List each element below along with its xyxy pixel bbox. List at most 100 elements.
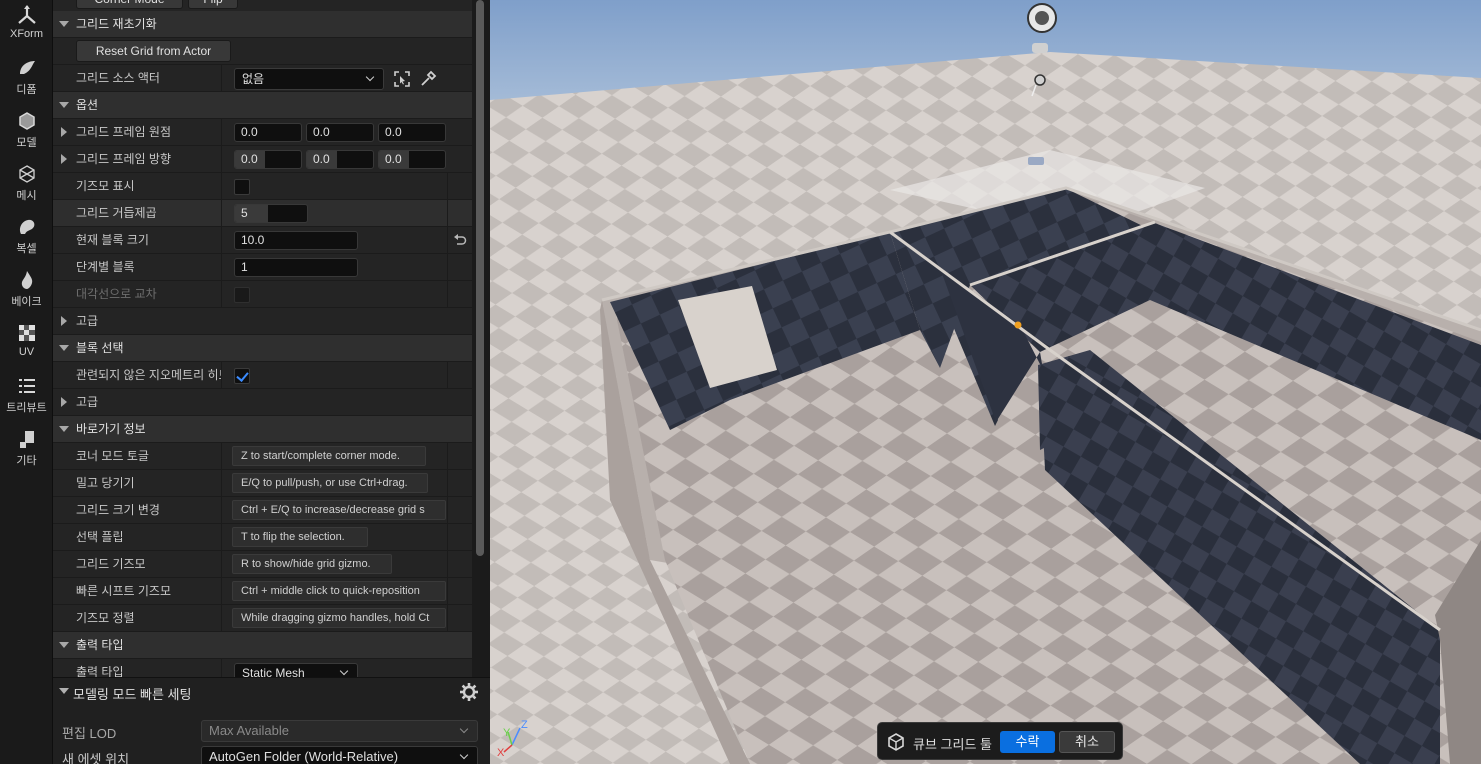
value-cell: 0.0 0.0 0.0	[221, 119, 472, 145]
row-tail	[447, 227, 472, 253]
value-cell: 0.0 0.0 0.0	[221, 146, 472, 172]
dropdown-value: Static Mesh	[242, 666, 305, 677]
frame-origin-x-input[interactable]: 0.0	[234, 123, 302, 142]
reset-to-default-icon[interactable]	[453, 234, 467, 247]
tool-bake[interactable]: 베이크	[0, 265, 53, 315]
reset-grid-button[interactable]: Reset Grid from Actor	[76, 40, 231, 62]
value-cell: 없음	[221, 65, 472, 91]
section-output-type[interactable]: 출력 타입	[53, 632, 472, 659]
value-cell: 5	[221, 200, 447, 226]
quick-settings-header[interactable]: 모델링 모드 빠른 세팅	[53, 680, 490, 704]
frame-origin-z-input[interactable]: 0.0	[378, 123, 446, 142]
row-tail	[447, 443, 472, 469]
shortcut-hint: Ctrl + E/Q to increase/decrease grid s	[232, 500, 446, 520]
collapse-arrow-icon	[59, 642, 69, 648]
tool-deform[interactable]: 디폼	[0, 53, 53, 103]
hit-unrelated-checkbox[interactable]	[234, 368, 250, 384]
accept-button[interactable]: 수락	[1000, 731, 1055, 753]
level-viewport[interactable]: Z Y X	[490, 0, 1481, 764]
slider-value: 0.0	[313, 152, 330, 166]
frame-orientation-label: 그리드 프레임 방향	[76, 152, 171, 166]
row-output-type: 출력 타입 Static Mesh	[53, 659, 472, 677]
advanced-label: 고급	[76, 314, 99, 328]
details-panel: Corner Mode Flip 그리드 재초기화 Reset Grid fro…	[53, 0, 472, 677]
section-shortcuts[interactable]: 바로가기 정보	[53, 416, 472, 443]
tool-label: XForm	[10, 28, 43, 40]
row-shortcut: 밀고 당기기 E/Q to pull/push, or use Ctrl+dra…	[53, 470, 472, 497]
grid-source-actor-dropdown[interactable]: 없음	[234, 68, 384, 90]
misc-icon	[19, 431, 34, 448]
shortcut-hint: While dragging gizmo handles, hold Ct	[232, 608, 446, 628]
chevron-down-icon	[459, 724, 469, 734]
corner-mode-button[interactable]: Corner Mode	[76, 0, 183, 9]
row-shortcut: 그리드 기즈모 R to show/hide grid gizmo.	[53, 551, 472, 578]
edit-lod-label: 편집 LOD	[62, 726, 117, 741]
row-frame-origin: 그리드 프레임 원점 0.0 0.0 0.0	[53, 119, 472, 146]
tool-voxel[interactable]: 복셀	[0, 212, 53, 262]
row-blocks-per-step: 단계별 블록 1	[53, 254, 472, 281]
frame-orientation-y-slider[interactable]: 0.0	[306, 150, 374, 169]
section-grid-reset[interactable]: 그리드 재초기화	[53, 11, 472, 38]
row-current-block-size: 현재 블록 크기 10.0	[53, 227, 472, 254]
mode-toolbar: XForm 디폼 모델 메시 복셀 베이크 UV 트리뷰트 기타	[0, 0, 53, 764]
grid-power-slider[interactable]: 5	[234, 204, 308, 223]
section-title: 그리드 재초기화	[76, 17, 157, 31]
tool-xform[interactable]: XForm	[0, 0, 53, 50]
edit-lod-dropdown[interactable]: Max Available	[201, 720, 478, 742]
gear-icon[interactable]	[459, 682, 479, 702]
output-type-label: 출력 타입	[76, 665, 124, 677]
shortcut-label: 그리드 기즈모	[76, 557, 146, 571]
value-cell: While dragging gizmo handles, hold Ct	[221, 605, 447, 631]
value-cell: Ctrl + middle click to quick-reposition	[221, 578, 447, 604]
tool-label: 메시	[16, 190, 37, 202]
cube-grid-icon	[888, 733, 904, 751]
shortcut-label: 코너 모드 토글	[76, 449, 149, 463]
dropdown-value: 없음	[242, 72, 265, 86]
select-actor-icon[interactable]	[393, 70, 411, 88]
frame-orientation-x-slider[interactable]: 0.0	[234, 150, 302, 169]
advanced-label: 고급	[76, 395, 99, 409]
row-advanced-2[interactable]: 고급	[53, 389, 472, 416]
row-frame-orientation: 그리드 프레임 방향 0.0 0.0 0.0	[53, 146, 472, 173]
tool-accept-bar: 큐브 그리드 툴 수락 취소	[877, 722, 1123, 760]
tool-model[interactable]: 모델	[0, 106, 53, 156]
blocks-per-step-input[interactable]: 1	[234, 258, 358, 277]
row-tail	[447, 173, 472, 199]
cancel-button[interactable]: 취소	[1059, 731, 1115, 753]
row-grid-power: 그리드 거듭제곱 5	[53, 200, 472, 227]
shortcut-label: 기즈모 정렬	[76, 611, 135, 625]
tool-uv[interactable]: UV	[0, 318, 53, 368]
scrollbar-thumb[interactable]	[476, 0, 484, 556]
dropdown-value: AutoGen Folder (World-Relative)	[209, 749, 399, 764]
eyedropper-icon[interactable]	[419, 70, 437, 88]
frame-origin-y-input[interactable]: 0.0	[306, 123, 374, 142]
row-advanced-1[interactable]: 고급	[53, 308, 472, 335]
section-options[interactable]: 옵션	[53, 92, 472, 119]
flip-button[interactable]: Flip	[188, 0, 238, 9]
collapse-arrow-icon	[59, 102, 69, 108]
frame-orientation-z-slider[interactable]: 0.0	[378, 150, 446, 169]
tool-label: 트리뷰트	[6, 402, 47, 414]
tool-mesh[interactable]: 메시	[0, 159, 53, 209]
frame-origin-label: 그리드 프레임 원점	[76, 125, 171, 139]
show-gizmo-checkbox[interactable]	[234, 179, 250, 195]
panel-scrollbar[interactable]	[472, 0, 490, 677]
tool-misc[interactable]: 기타	[0, 424, 53, 474]
asset-location-dropdown[interactable]: AutoGen Folder (World-Relative)	[201, 746, 478, 764]
shortcut-label: 그리드 크기 변경	[76, 503, 160, 517]
section-title: 바로가기 정보	[76, 422, 146, 436]
tool-attributes[interactable]: 트리뷰트	[0, 371, 53, 421]
section-block-select[interactable]: 블록 선택	[53, 335, 472, 362]
cross-diagonal-checkbox[interactable]	[234, 287, 250, 303]
value-cell: Z to start/complete corner mode.	[221, 443, 447, 469]
shortcut-label: 선택 플립	[76, 530, 124, 544]
chevron-down-icon	[365, 72, 375, 82]
slider-value: 0.0	[385, 152, 402, 166]
current-block-size-input[interactable]: 10.0	[234, 231, 358, 250]
grid-source-actor-label: 그리드 소스 액터	[76, 71, 160, 85]
blocks-per-step-label: 단계별 블록	[76, 260, 135, 274]
tool-label: 기타	[16, 455, 37, 467]
section-title: 출력 타입	[76, 638, 124, 652]
row-tail	[447, 497, 472, 523]
output-type-dropdown[interactable]: Static Mesh	[234, 663, 358, 677]
